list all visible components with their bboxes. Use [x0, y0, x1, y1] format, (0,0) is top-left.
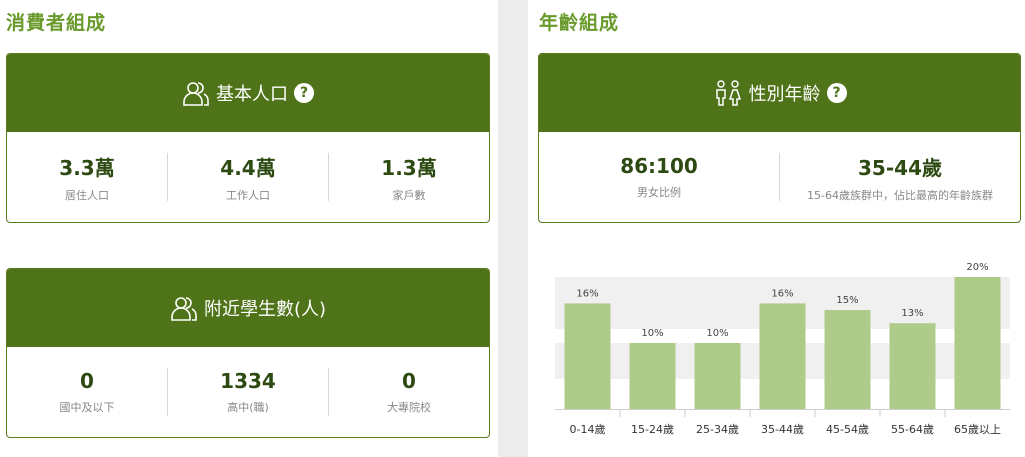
data-label: 20%	[966, 262, 988, 273]
students-card: 附近學生數(人) 0 國中及以下 1334 高中(職) 0 大專院校	[6, 268, 490, 438]
college-stat: 0 大專院校	[329, 369, 489, 415]
help-icon[interactable]: ?	[294, 83, 314, 103]
bar[interactable]	[824, 310, 871, 409]
stat-label: 男女比例	[637, 186, 681, 199]
stat-label: 家戶數	[392, 188, 426, 202]
male-female-icon	[715, 80, 741, 106]
population-card-title: 基本人口	[216, 84, 288, 105]
x-tick-label: 55-64歲	[891, 422, 934, 436]
data-label: 16%	[771, 288, 793, 299]
x-tick-label: 25-34歲	[696, 422, 739, 436]
working-population-stat: 4.4萬 工作人口	[168, 152, 328, 203]
population-card-header: 基本人口 ?	[7, 54, 489, 132]
bar[interactable]	[889, 323, 936, 409]
x-tick-label: 45-54歲	[826, 422, 869, 436]
stat-value: 35-44歲	[858, 155, 942, 180]
gender-age-card-title: 性別年齡	[748, 84, 821, 105]
stat-value: 86:100	[620, 154, 698, 178]
stat-label: 15-64歲族群中，佔比最高的年齡族群	[807, 188, 993, 202]
bar[interactable]	[759, 303, 806, 409]
resident-population-stat: 3.3萬 居住人口	[7, 152, 167, 203]
stat-value: 0	[80, 369, 94, 393]
high-school-stat: 1334 高中(職)	[168, 369, 328, 415]
data-label: 10%	[641, 328, 663, 339]
x-tick-label: 0-14歲	[570, 422, 606, 436]
stat-value: 1334	[220, 369, 276, 393]
age-composition-title: 年齡組成	[539, 12, 620, 34]
data-label: 13%	[901, 308, 923, 319]
gender-age-card-header: 性別年齡 ?	[539, 54, 1020, 132]
stat-label: 高中(職)	[227, 401, 269, 414]
stat-label: 工作人口	[226, 188, 270, 202]
junior-high-stat: 0 國中及以下	[7, 369, 167, 415]
stat-value: 0	[402, 369, 416, 393]
people-icon	[183, 82, 209, 106]
people-icon	[171, 297, 197, 321]
students-card-title: 附近學生數(人)	[203, 299, 327, 320]
households-stat: 1.3萬 家戶數	[329, 152, 489, 203]
bar[interactable]	[694, 343, 741, 409]
x-tick-label: 65歲以上	[954, 422, 1001, 436]
consumer-composition-title: 消費者組成	[6, 12, 107, 34]
stat-label: 大專院校	[387, 401, 431, 414]
column-divider	[498, 0, 528, 457]
help-icon[interactable]: ?	[826, 83, 847, 103]
data-label: 15%	[836, 295, 858, 306]
bar[interactable]	[629, 343, 676, 409]
data-label: 10%	[706, 328, 728, 339]
students-card-header: 附近學生數(人)	[7, 269, 489, 347]
stat-label: 國中及以下	[59, 401, 115, 414]
bar[interactable]	[954, 277, 1001, 409]
stat-label: 居住人口	[65, 188, 109, 202]
age-distribution-chart: 16% 0-14歲 10% 15-24歲 10% 25-34歲 16% 35-44歲 15% 45…	[555, 262, 1010, 436]
stat-value: 4.4萬	[220, 155, 276, 180]
top-age-group-stat: 35-44歲 15-64歲族群中，佔比最高的年齡族群	[780, 152, 1020, 203]
bar[interactable]	[564, 303, 611, 409]
x-tick-label: 35-44歲	[761, 422, 804, 436]
x-tick-label: 15-24歲	[631, 422, 674, 436]
stat-value: 3.3萬	[59, 155, 115, 180]
gender-age-card: 性別年齡 ? 86:100 男女比例 35-44歲 15-64歲族群中，佔比最高…	[538, 53, 1021, 223]
sex-ratio-stat: 86:100 男女比例	[539, 154, 779, 200]
data-label: 16%	[576, 288, 598, 299]
population-card: 基本人口 ? 3.3萬 居住人口 4.4萬 工作人口 1.3萬 家戶數	[6, 53, 490, 223]
stat-value: 1.3萬	[381, 155, 437, 180]
